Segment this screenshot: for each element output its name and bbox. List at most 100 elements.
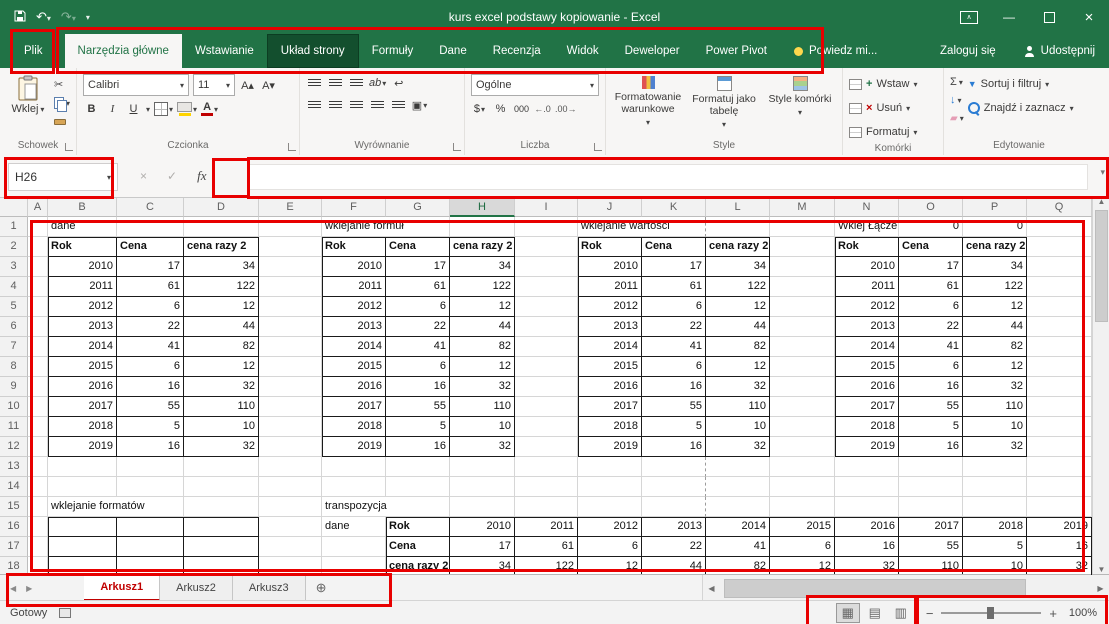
cell[interactable]: 6 [578, 537, 642, 557]
cell[interactable]: 6 [899, 297, 963, 317]
cell[interactable] [322, 477, 386, 497]
cell[interactable] [1027, 497, 1092, 517]
cell[interactable]: 2014 [835, 337, 899, 357]
sign-in-button[interactable]: Zaloguj się [926, 34, 1010, 68]
cell[interactable] [706, 217, 770, 237]
cell[interactable]: 44 [184, 317, 259, 337]
cell[interactable]: 82 [706, 557, 770, 575]
cell[interactable] [28, 337, 48, 357]
cell[interactable] [515, 237, 578, 257]
cell[interactable] [322, 557, 386, 575]
minimize-button[interactable]: — [989, 0, 1029, 34]
cell[interactable]: dane [48, 217, 117, 237]
column-header-L[interactable]: L [706, 198, 770, 217]
cell[interactable] [515, 357, 578, 377]
select-all-corner[interactable] [0, 198, 28, 217]
cell[interactable]: 5 [963, 537, 1027, 557]
cell[interactable] [48, 557, 117, 575]
row-header-2[interactable]: 2 [0, 237, 28, 257]
cell[interactable] [184, 557, 259, 575]
horizontal-scrollbar[interactable]: ◀ ▶ [702, 575, 1109, 601]
cell[interactable]: 6 [386, 297, 450, 317]
italic-button[interactable]: I [104, 100, 121, 118]
cell[interactable] [963, 457, 1027, 477]
row-header-7[interactable]: 7 [0, 337, 28, 357]
cell[interactable]: 12 [706, 297, 770, 317]
zoom-out-button[interactable]: − [926, 606, 934, 621]
cell[interactable]: 41 [386, 337, 450, 357]
expand-formula-bar-icon[interactable]: ▾ [1100, 167, 1105, 178]
cell[interactable] [386, 477, 450, 497]
cell[interactable]: 16 [117, 437, 184, 457]
cell[interactable] [1027, 357, 1092, 377]
cell[interactable]: 82 [963, 337, 1027, 357]
cell[interactable] [642, 497, 706, 517]
cell[interactable] [706, 457, 770, 477]
cell[interactable]: 2016 [48, 377, 117, 397]
zoom-slider-thumb[interactable] [987, 607, 994, 619]
cell[interactable]: 2014 [706, 517, 770, 537]
cell[interactable]: 2019 [835, 437, 899, 457]
cell[interactable]: 2011 [515, 517, 578, 537]
sheet-tab-arkusz3[interactable]: Arkusz3 [233, 575, 306, 601]
cell[interactable]: 2011 [835, 277, 899, 297]
row-header-12[interactable]: 12 [0, 437, 28, 457]
cell[interactable]: Rok [48, 237, 117, 257]
cell[interactable]: cena razy 2 [963, 237, 1027, 257]
cell[interactable] [515, 257, 578, 277]
cell[interactable]: 41 [642, 337, 706, 357]
tab-deweloper[interactable]: Deweloper [612, 34, 693, 68]
tab-widok[interactable]: Widok [554, 34, 612, 68]
macro-record-icon[interactable] [59, 608, 71, 618]
fill-color-button[interactable]: ▾ [177, 100, 197, 118]
cell[interactable]: 41 [706, 537, 770, 557]
cell[interactable] [28, 517, 48, 537]
cell[interactable]: 5 [899, 417, 963, 437]
vertical-scrollbar[interactable]: ▲ ▼ [1092, 197, 1109, 574]
font-color-button[interactable]: A▾ [201, 100, 218, 118]
cell[interactable] [259, 497, 322, 517]
cell[interactable]: 34 [706, 257, 770, 277]
cell[interactable] [835, 457, 899, 477]
cell[interactable]: 32 [835, 557, 899, 575]
column-header-E[interactable]: E [259, 198, 322, 217]
cell[interactable]: 44 [642, 557, 706, 575]
cell[interactable]: 82 [450, 337, 515, 357]
sheet-tab-arkusz1[interactable]: Arkusz1 [84, 575, 160, 601]
cell[interactable]: 2015 [835, 357, 899, 377]
cell[interactable]: 17 [899, 257, 963, 277]
cell[interactable] [117, 477, 184, 497]
sheet-nav-next-icon[interactable]: ▶ [26, 584, 32, 593]
cell[interactable] [515, 457, 578, 477]
cell[interactable]: 5 [386, 417, 450, 437]
row-header-6[interactable]: 6 [0, 317, 28, 337]
cell[interactable] [706, 477, 770, 497]
row-header-16[interactable]: 16 [0, 517, 28, 537]
cell[interactable]: 17 [450, 537, 515, 557]
cell[interactable]: 2019 [1027, 517, 1092, 537]
cell[interactable] [770, 357, 835, 377]
cell[interactable]: 2013 [322, 317, 386, 337]
cell[interactable]: 6 [770, 537, 835, 557]
share-button[interactable]: Udostępnij [1010, 34, 1109, 68]
cell[interactable]: 2013 [642, 517, 706, 537]
tab-wstawianie[interactable]: Wstawianie [182, 34, 267, 68]
add-sheet-button[interactable]: ⊕ [306, 575, 337, 601]
sheet-nav-prev-icon[interactable]: ◀ [10, 584, 16, 593]
zoom-slider[interactable] [941, 612, 1041, 614]
insert-function-button[interactable]: fx [197, 168, 206, 184]
cell[interactable] [184, 497, 259, 517]
cell[interactable] [184, 517, 259, 537]
cell[interactable] [770, 257, 835, 277]
cell[interactable]: 110 [184, 397, 259, 417]
cell[interactable] [1027, 297, 1092, 317]
cell[interactable]: 5 [117, 417, 184, 437]
cell[interactable] [28, 237, 48, 257]
cell[interactable]: 16 [642, 377, 706, 397]
cell[interactable] [770, 457, 835, 477]
cell[interactable]: Cena [386, 237, 450, 257]
font-size-select[interactable]: 11▾ [193, 74, 235, 96]
cell[interactable]: 2014 [48, 337, 117, 357]
row-header-14[interactable]: 14 [0, 477, 28, 497]
cell[interactable] [28, 257, 48, 277]
